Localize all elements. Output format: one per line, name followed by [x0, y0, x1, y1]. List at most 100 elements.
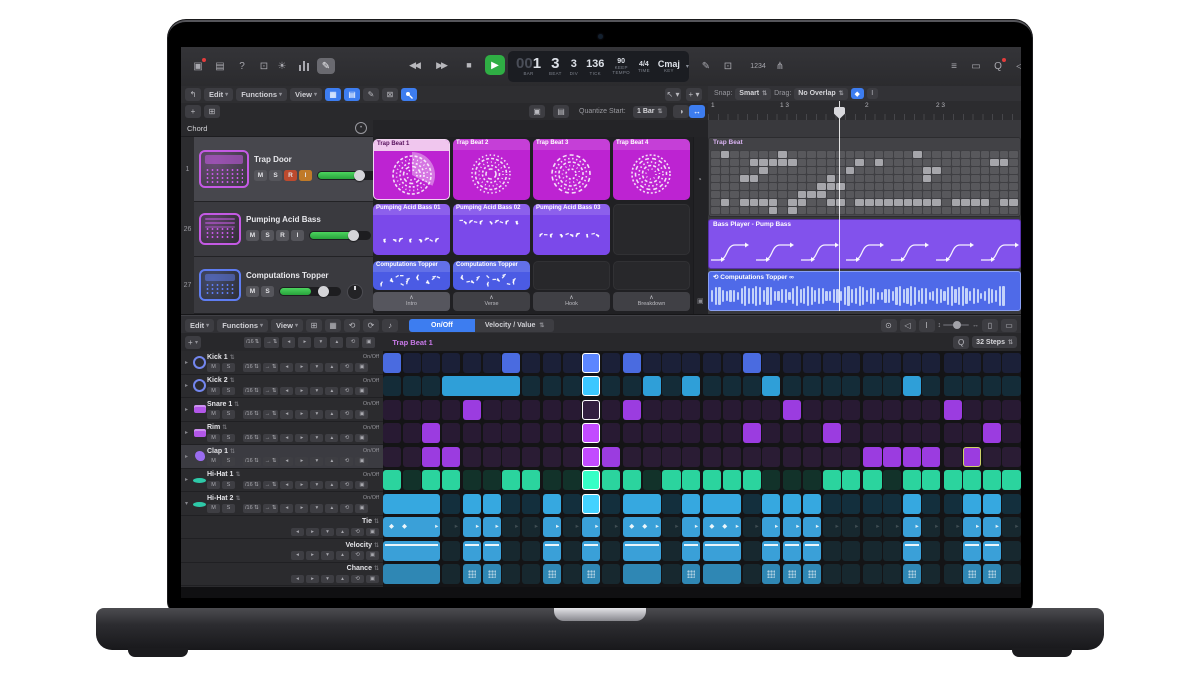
step-cell-off[interactable]	[643, 447, 661, 467]
pan-knob[interactable]	[347, 284, 363, 300]
step-cell-on[interactable]	[903, 494, 921, 514]
step-cell-on[interactable]: ◆◆▸	[623, 517, 661, 537]
notes-display-icon[interactable]: ▭	[967, 58, 985, 74]
step-cell-off[interactable]	[502, 541, 520, 561]
step-cell-on[interactable]: ▸	[463, 517, 481, 537]
marquee-tool-icon[interactable]: ⊠	[382, 88, 398, 101]
inspector-icon[interactable]: ⊡	[255, 58, 273, 74]
mode-onoff-button[interactable]: On/Off	[409, 319, 475, 332]
expand-icon[interactable]: ↔	[689, 105, 705, 118]
mode-velocity-button[interactable]: Velocity / Value⇅	[475, 319, 555, 332]
step-cell-on[interactable]	[922, 447, 940, 467]
step-cell-on[interactable]	[983, 541, 1001, 561]
mute-button[interactable]: M	[207, 410, 220, 419]
step-cell-off[interactable]	[922, 376, 940, 396]
step-cell-off[interactable]	[1002, 376, 1020, 396]
step-cell-off[interactable]	[944, 494, 962, 514]
step-cell-off[interactable]	[883, 400, 901, 420]
step-cell-on[interactable]	[963, 447, 981, 467]
step-cell-off[interactable]	[483, 447, 501, 467]
step-cell-off[interactable]	[582, 400, 600, 420]
pattern-copy-icon[interactable]: ⊞	[306, 319, 322, 332]
pencil-tool-button[interactable]: ✎	[317, 58, 335, 74]
pointer-tool-menu[interactable]: ↖ ▾	[665, 88, 681, 101]
step-cell-on[interactable]	[623, 541, 661, 561]
grid-view-icon[interactable]: ▦	[325, 88, 341, 101]
step-cell-on[interactable]	[483, 541, 501, 561]
step-cell-off[interactable]	[643, 400, 661, 420]
step-cell-off[interactable]	[762, 470, 780, 490]
octave-up-button[interactable]: ▴	[330, 337, 343, 348]
solo-button[interactable]: S	[222, 504, 235, 513]
step-cell-off[interactable]	[883, 541, 901, 561]
lcd-display[interactable]: 001 BAR 3 BEAT 3 DIV 136 TICK	[508, 51, 689, 82]
seq-row-header-tie[interactable]: Tie⇅◂▸▾▴⟲▣	[181, 516, 383, 540]
step-cell-on[interactable]	[723, 470, 741, 490]
loop-cell-empty[interactable]	[533, 261, 610, 290]
step-cell-off[interactable]	[383, 447, 401, 467]
step-cell-on[interactable]	[944, 470, 962, 490]
step-cell-on[interactable]	[582, 564, 600, 584]
preview-icon[interactable]: ◁	[900, 319, 916, 332]
bar-ruler[interactable]: 1 1 3 2 2 3	[708, 101, 1021, 121]
step-cell-off[interactable]	[422, 376, 440, 396]
metronome-button[interactable]: ⋔	[771, 58, 789, 74]
back-icon[interactable]: ↰	[185, 88, 201, 101]
mute-button[interactable]: M	[207, 387, 220, 396]
volume-slider[interactable]	[309, 231, 371, 240]
step-cell-off[interactable]	[863, 541, 881, 561]
row-name-stepper-icon[interactable]: ⇅	[230, 448, 235, 455]
step-cell-on[interactable]	[963, 470, 981, 490]
pencil-mode-icon[interactable]: ✎	[363, 88, 379, 101]
step-cell-on[interactable]	[623, 564, 661, 584]
playmode-select[interactable]: → ⇅	[263, 434, 279, 443]
screen-record-icon[interactable]: ▣	[189, 58, 207, 74]
step-cell-on[interactable]	[682, 564, 700, 584]
step-cell-on[interactable]	[383, 494, 440, 514]
step-cell-on[interactable]	[903, 447, 921, 467]
step-cell-on[interactable]	[582, 376, 600, 396]
step-cell-off[interactable]	[883, 376, 901, 396]
pencil-icon[interactable]: ✎	[697, 58, 715, 74]
step-cell-off[interactable]	[403, 423, 421, 443]
key-chevron-icon[interactable]: ▾	[686, 63, 689, 70]
solo-button[interactable]: S	[222, 363, 235, 372]
playhead[interactable]	[839, 101, 840, 311]
seq-view-menu[interactable]: View▾	[271, 319, 303, 332]
shift-down-button[interactable]: ▾	[310, 387, 323, 396]
step-cell-on[interactable]	[682, 541, 700, 561]
r-button[interactable]: R	[276, 230, 289, 241]
step-cell-off[interactable]	[783, 470, 801, 490]
step-cell-off[interactable]	[823, 494, 841, 514]
step-cell-on[interactable]	[903, 376, 921, 396]
step-cell-off[interactable]	[963, 423, 981, 443]
reset-button[interactable]: ▣	[355, 410, 368, 419]
step-cell-off[interactable]	[863, 423, 881, 443]
step-cell-off[interactable]	[502, 400, 520, 420]
loops-view-menu[interactable]: View▾	[290, 88, 322, 101]
step-cell-on[interactable]	[823, 470, 841, 490]
step-cell-on[interactable]	[863, 470, 881, 490]
step-cell-off[interactable]	[723, 447, 741, 467]
nudge-left-button[interactable]: ◂	[280, 410, 293, 419]
mixer-icon[interactable]	[295, 58, 313, 74]
r-button[interactable]: R	[284, 170, 297, 181]
step-cell-off[interactable]: ▸	[883, 517, 901, 537]
region-computations-topper[interactable]: ⟲ Computations Topper ∞	[708, 271, 1021, 311]
rate-select[interactable]: /16 ⇅	[243, 504, 261, 513]
step-cell-off[interactable]	[522, 447, 540, 467]
step-cell-off[interactable]	[983, 353, 1001, 373]
step-cell-off[interactable]	[842, 541, 860, 561]
step-cell-off[interactable]	[703, 376, 721, 396]
pin-icon[interactable]	[401, 88, 417, 101]
shift-up-button[interactable]: ▴	[325, 410, 338, 419]
seq-row-header-kick-2[interactable]: ▸Kick 2⇅On/OffMS/16 ⇅→ ⇅◂▸▾▴⟲▣	[181, 375, 383, 399]
step-cell-on[interactable]	[703, 470, 721, 490]
step-cell-off[interactable]: ▸	[823, 517, 841, 537]
seq-row-header-hi-hat-1[interactable]: ▸Hi-Hat 1⇅On/OffMS/16 ⇅→ ⇅◂▸▾▴⟲▣	[181, 469, 383, 493]
track-header-trap-door[interactable]: Trap DoorMSRI	[194, 137, 373, 202]
disclosure-icon[interactable]: ▾	[181, 500, 192, 507]
ibeam-icon[interactable]: I	[919, 319, 935, 332]
step-cell-off[interactable]	[442, 541, 460, 561]
step-cell-off[interactable]	[863, 376, 881, 396]
